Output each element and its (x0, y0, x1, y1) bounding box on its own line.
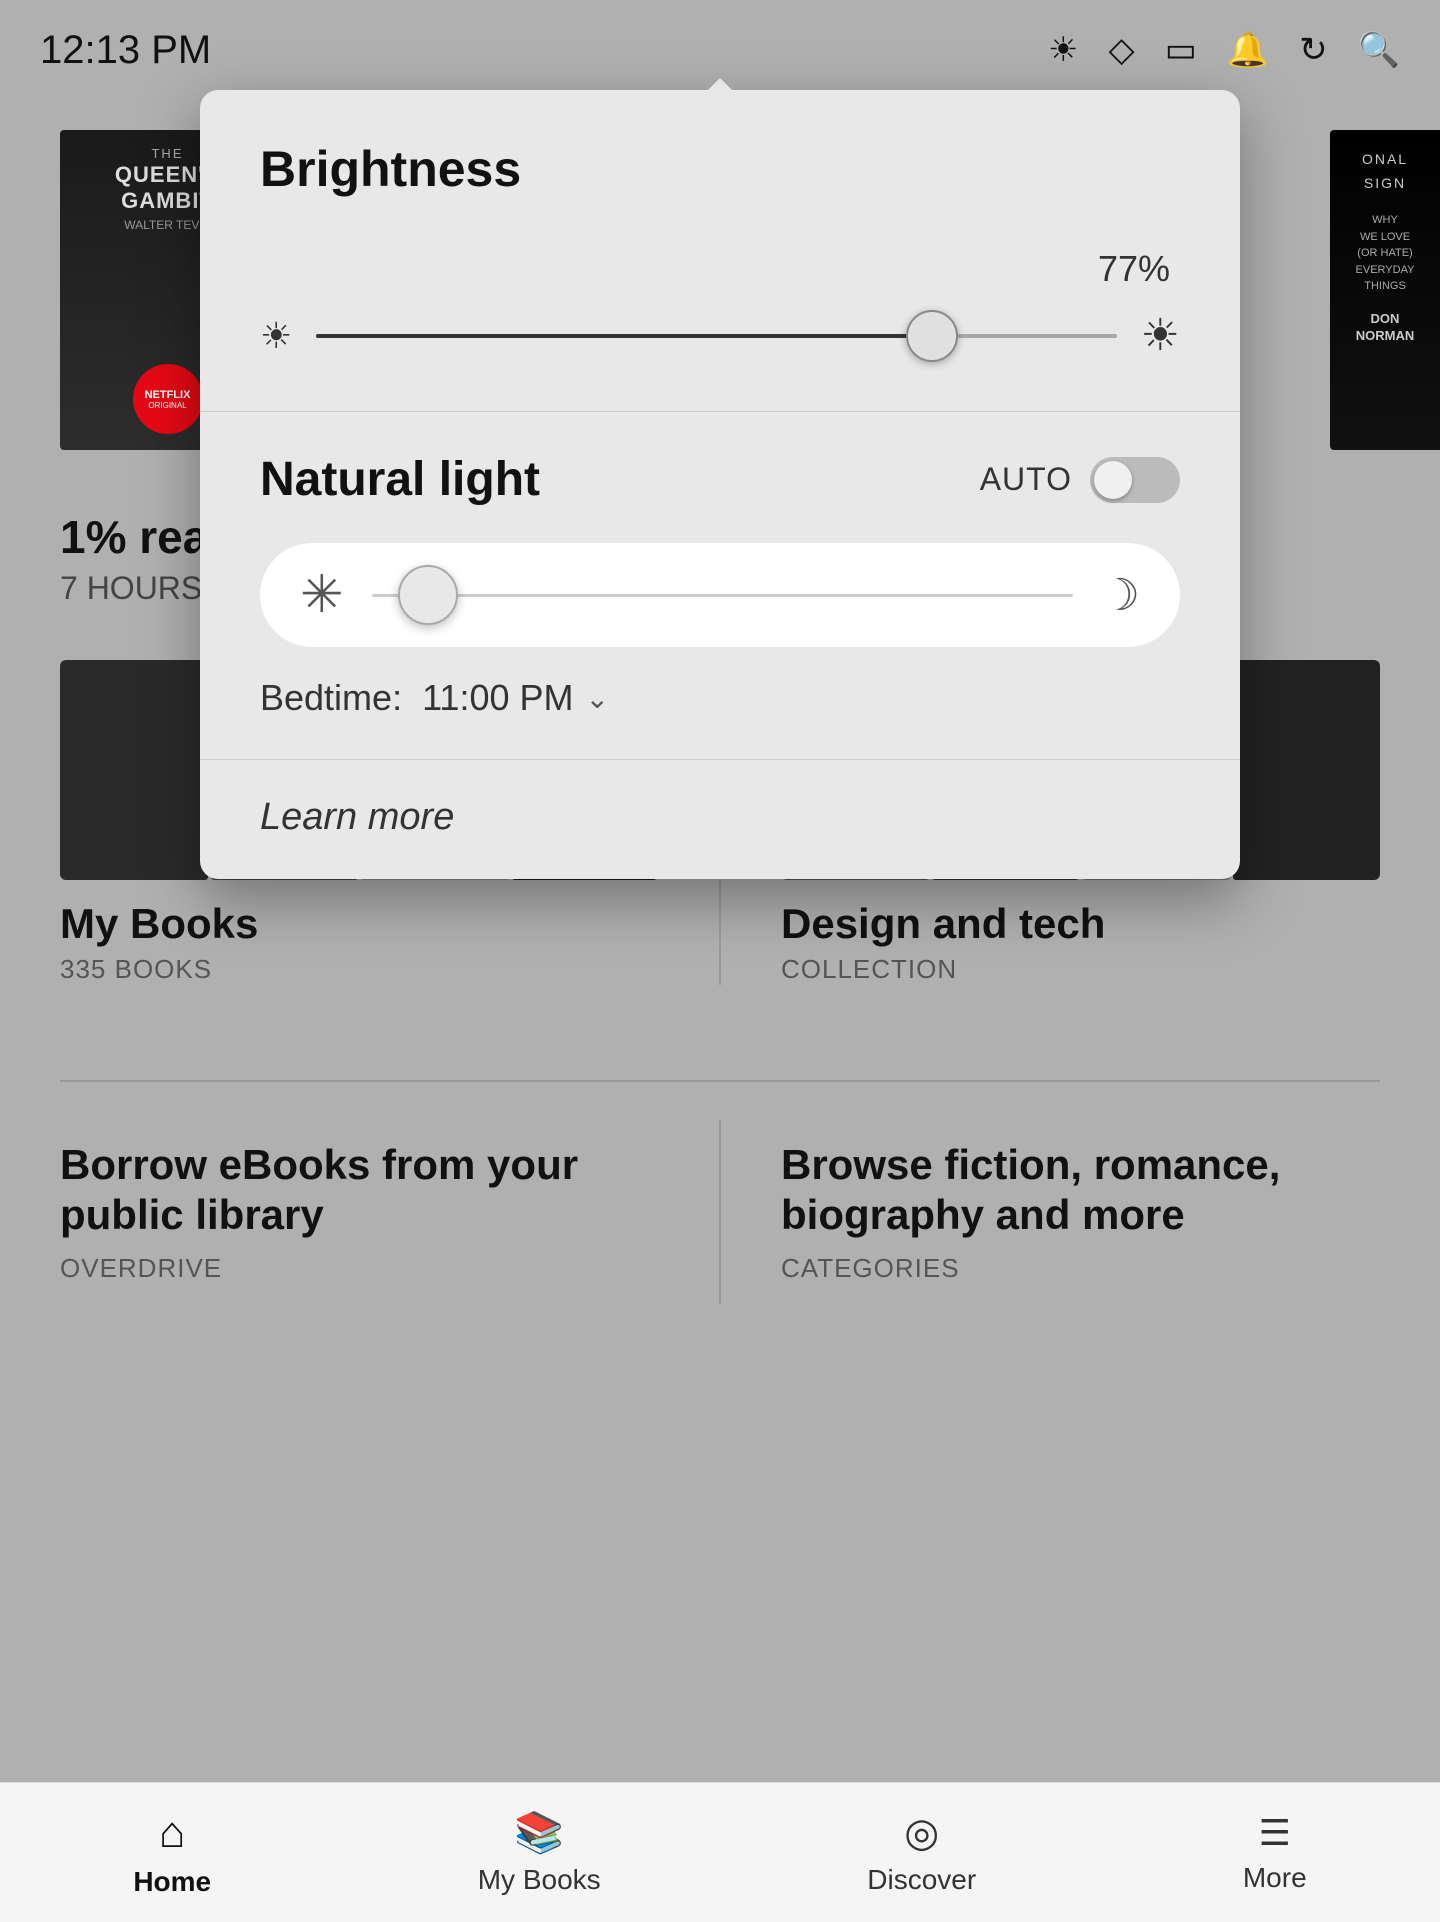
brightness-value: 77% (260, 248, 1180, 290)
bedtime-time: 11:00 PM (422, 677, 573, 719)
warmth-slider-track[interactable] (372, 594, 1073, 597)
warmth-max-icon: ☽ (1101, 570, 1140, 621)
natural-light-header: Natural light AUTO (260, 452, 1180, 507)
learn-more-section: Learn more (200, 760, 1240, 879)
natural-light-toggle[interactable] (1090, 457, 1180, 503)
brightness-slider-track[interactable] (316, 334, 1116, 338)
natural-light-section: Natural light AUTO ✳ ☽ Bedtime: (200, 412, 1240, 760)
brightness-max-icon: ☀ (1141, 310, 1180, 361)
chevron-down-icon: ⌄ (586, 682, 609, 715)
warmth-min-icon: ✳ (300, 565, 344, 625)
brightness-popup: Brightness 77% ☀ ☀ Natural light AUTO (200, 90, 1240, 879)
brightness-section: Brightness 77% ☀ ☀ (200, 90, 1240, 412)
warm-slider-container: ✳ ☽ (260, 543, 1180, 647)
brightness-slider-fill (316, 334, 932, 338)
bedtime-label: Bedtime: (260, 677, 402, 719)
natural-light-title: Natural light (260, 452, 540, 507)
brightness-slider-thumb[interactable] (906, 310, 958, 362)
toggle-knob (1094, 461, 1132, 499)
brightness-min-icon: ☀ (260, 315, 292, 357)
auto-label: AUTO (980, 461, 1072, 498)
bedtime-dropdown[interactable]: 11:00 PM ⌄ (422, 677, 609, 719)
toggle-group: AUTO (980, 457, 1180, 503)
brightness-title: Brightness (260, 140, 1180, 198)
bedtime-row: Bedtime: 11:00 PM ⌄ (260, 677, 1180, 719)
brightness-slider-row: ☀ ☀ (260, 310, 1180, 361)
popup-arrow (702, 78, 738, 96)
popup-overlay: Brightness 77% ☀ ☀ Natural light AUTO (0, 0, 1440, 1922)
warmth-slider-thumb[interactable] (398, 565, 458, 625)
learn-more-link[interactable]: Learn more (260, 796, 454, 838)
